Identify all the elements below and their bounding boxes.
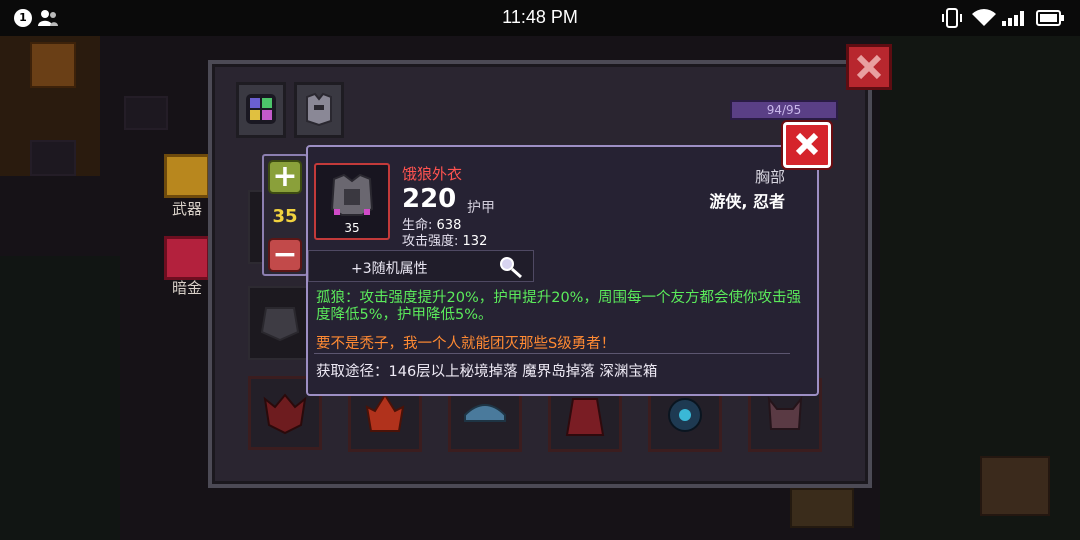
item-name: 饿狼外衣 <box>402 165 463 183</box>
vibrate-icon <box>942 8 962 28</box>
helmet-item-icon <box>260 307 300 342</box>
armor-label: 护甲 <box>467 200 495 216</box>
item-level: 35 <box>344 221 360 235</box>
increase-button[interactable]: + <box>268 160 302 194</box>
stat-attack: 攻击强度: 132 <box>402 230 487 249</box>
close-icon <box>795 132 819 156</box>
status-bar: 1 11:48 PM <box>0 0 1080 36</box>
armor-tab-icon <box>306 92 332 127</box>
item-classes: 游侠, 忍者 <box>709 192 785 211</box>
stat-attack-label: 攻击强度: <box>402 234 459 249</box>
stat-attack-value: 132 <box>462 234 488 249</box>
wolf-coat-item-icon <box>330 173 374 216</box>
gems-tab[interactable] <box>236 82 286 138</box>
dark-gold-icon <box>164 236 210 280</box>
divider <box>314 353 790 354</box>
inventory-close-button[interactable] <box>846 44 892 90</box>
armor-tab[interactable] <box>294 82 344 138</box>
tooltip-close-button[interactable] <box>783 122 831 168</box>
quantity-stepper: + 35 − <box>262 154 308 276</box>
inventory-capacity-text: 94/95 <box>766 103 802 117</box>
inventory-slot[interactable] <box>248 286 312 360</box>
wifi-icon <box>972 9 996 26</box>
magnifier-icon[interactable] <box>497 255 525 279</box>
clock: 11:48 PM <box>502 7 578 27</box>
item-icon-frame: 35 <box>314 163 390 240</box>
random-attribute-bar[interactable]: +3随机属性 <box>308 250 534 282</box>
weapon-icon <box>164 154 210 198</box>
armor-value: 220 <box>402 184 457 214</box>
item-source-text: 获取途径：146层以上秘境掉落 魔界岛掉落 深渊宝箱 <box>316 364 658 380</box>
signal-icon <box>1002 11 1024 26</box>
item-flavor-quote: 要不是秃子，我一个人就能团灭那些S级勇者！ <box>316 336 616 352</box>
gems-tab-icon <box>246 94 276 124</box>
quantity-value: 35 <box>272 206 298 227</box>
item-equip-slot: 胸部 <box>754 168 785 186</box>
inventory-capacity-bar: 94/95 <box>730 100 838 120</box>
close-icon <box>856 54 882 80</box>
set-effect-text: 孤狼：攻击强度提升20%，护甲提升20%，周围每一个友方都会使你攻击强度降低5%… <box>316 290 801 323</box>
random-attribute-label: +3随机属性 <box>351 261 428 277</box>
battery-icon <box>1036 10 1064 26</box>
decrease-button[interactable]: − <box>268 238 302 272</box>
